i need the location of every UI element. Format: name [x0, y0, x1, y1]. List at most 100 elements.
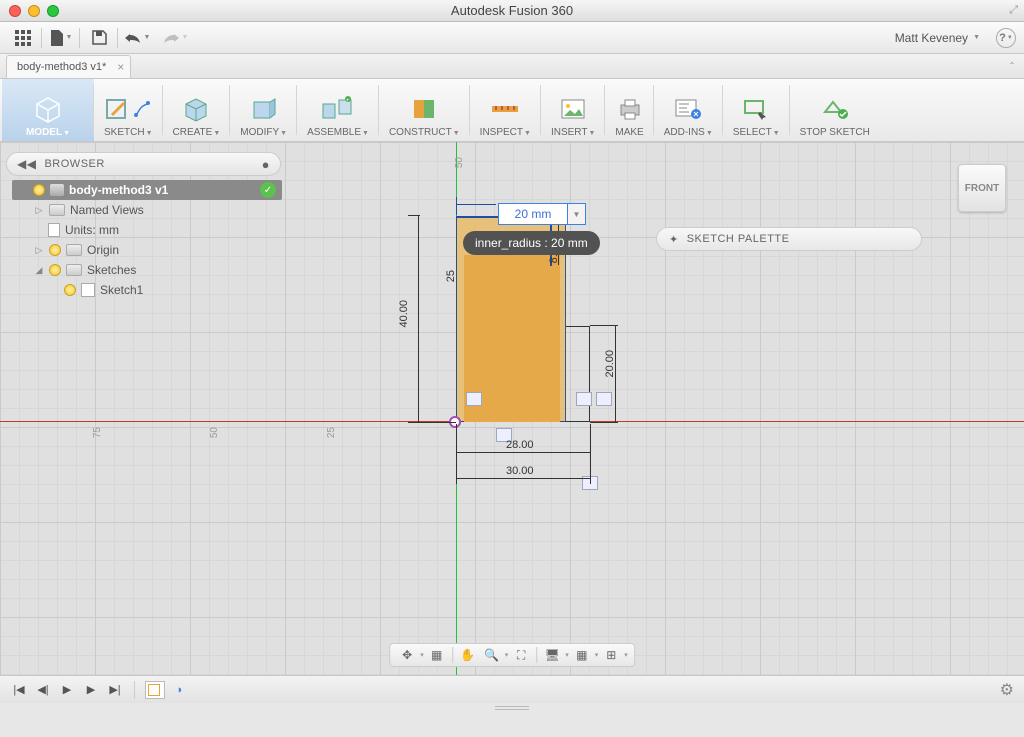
user-menu[interactable]: Matt Keveney ▼: [895, 31, 980, 45]
timeline-start-button[interactable]: |◀: [10, 681, 28, 699]
assemble-icon: +: [321, 96, 355, 122]
view-cube-face: FRONT: [965, 183, 999, 194]
dim-extension: [590, 424, 591, 484]
timeline-settings-icon[interactable]: ⚙: [1000, 680, 1014, 700]
gear-icon[interactable]: ✦: [669, 233, 679, 246]
browser-panel-header[interactable]: ◀◀ BROWSER ●: [6, 152, 281, 176]
lightbulb-icon[interactable]: [49, 244, 61, 256]
collapse-ribbon-icon[interactable]: ˆ: [1010, 60, 1014, 74]
sketch-icon: [81, 283, 95, 297]
help-button[interactable]: ?▼: [996, 28, 1016, 48]
collapse-left-icon[interactable]: ◀◀: [17, 157, 36, 171]
browser-title: BROWSER: [44, 158, 104, 170]
ribbon-addins[interactable]: ADD-INS▼: [654, 79, 723, 141]
tree-item-sketches[interactable]: ◢ Sketches: [12, 260, 282, 280]
timeline-fwd-button[interactable]: ▶: [82, 681, 100, 699]
close-tab-icon[interactable]: ×: [117, 60, 124, 74]
ruler-mark: 50: [454, 157, 465, 168]
lightbulb-icon[interactable]: [64, 284, 76, 296]
sketch-notch[interactable]: [566, 326, 590, 422]
stop-sketch-icon: [821, 98, 849, 120]
save-button[interactable]: [84, 26, 114, 50]
lightbulb-icon[interactable]: [33, 184, 45, 196]
dim-extension: [456, 197, 457, 215]
timeline-marker[interactable]: ◗: [171, 681, 189, 699]
constraint-icon[interactable]: [576, 392, 592, 406]
redo-button[interactable]: ▼: [160, 26, 190, 50]
ribbon-make[interactable]: MAKE: [605, 79, 653, 141]
look-at-button[interactable]: ▦: [426, 645, 448, 665]
workspace-switcher[interactable]: MODEL▼: [2, 79, 94, 141]
dimension-inner-left[interactable]: 25: [445, 270, 457, 282]
ribbon-assemble[interactable]: + ASSEMBLE▼: [297, 79, 379, 141]
display-settings-button[interactable]: 🖥: [541, 645, 563, 665]
timeline-feature-sketch[interactable]: [145, 681, 165, 699]
twist-right-icon[interactable]: ▷: [34, 205, 44, 216]
twist-right-icon[interactable]: ▷: [34, 245, 44, 256]
save-icon: [92, 30, 107, 45]
ribbon-construct[interactable]: CONSTRUCT▼: [379, 79, 470, 141]
dimension-height[interactable]: 40.00: [398, 300, 410, 328]
dimension-bottom-inner[interactable]: 28.00: [506, 439, 534, 451]
chevron-down-icon: ▼: [973, 34, 980, 41]
viewport-layout-button[interactable]: ⊞: [600, 645, 622, 665]
ribbon-inspect[interactable]: INSPECT▼: [470, 79, 541, 141]
dim-extension: [590, 325, 618, 326]
image-icon: [560, 98, 586, 120]
timeline-back-button[interactable]: ◀|: [34, 681, 52, 699]
ribbon-stop-sketch[interactable]: STOP SKETCH: [790, 79, 880, 141]
grid-settings-button[interactable]: ▦: [571, 645, 593, 665]
sketch-palette-header[interactable]: ✦ SKETCH PALETTE: [656, 227, 922, 251]
browser-options-icon[interactable]: ●: [262, 157, 270, 172]
dimension-bottom-outer[interactable]: 30.00: [506, 465, 534, 477]
ruler-mark: 25: [326, 427, 337, 438]
ruler-mark: 50: [209, 427, 220, 438]
lightbulb-icon[interactable]: [49, 264, 61, 276]
view-cube[interactable]: FRONT: [958, 164, 1006, 212]
fullscreen-icon[interactable]: ⤢: [1009, 4, 1018, 17]
dimension-right-height[interactable]: 20.00: [604, 350, 616, 378]
app-title: Autodesk Fusion 360: [0, 3, 1024, 18]
app-menu-button[interactable]: [8, 26, 38, 50]
ribbon-modify[interactable]: MODIFY▼: [230, 79, 297, 141]
timeline-bar: |◀ ◀| ▶ ▶ ▶| ◗ ⚙: [0, 675, 1024, 703]
dimension-input[interactable]: [498, 203, 568, 225]
cube-icon: [31, 93, 65, 125]
ribbon-create[interactable]: CREATE▼: [163, 79, 231, 141]
timeline-end-button[interactable]: ▶|: [106, 681, 124, 699]
constraint-icon[interactable]: [466, 392, 482, 406]
dimension-edit[interactable]: ▼: [498, 203, 586, 225]
orbit-button[interactable]: ✥: [396, 645, 418, 665]
svg-text:+: +: [346, 98, 350, 104]
tree-item-units[interactable]: Units: mm: [12, 220, 282, 240]
document-tab-label: body-method3 v1*: [17, 61, 106, 73]
grid-icon: [15, 30, 31, 46]
browser-tree: ◢ body-method3 v1 ✓ ▷ Named Views Units:…: [12, 180, 282, 300]
twist-down-icon[interactable]: ◢: [34, 265, 44, 276]
ribbon-insert[interactable]: INSERT▼: [541, 79, 605, 141]
constraint-icon[interactable]: [596, 392, 612, 406]
tree-item-origin[interactable]: ▷ Origin: [12, 240, 282, 260]
canvas-area[interactable]: 75 50 25 50 ◀◀ BROWSER ● ◢ body-method3 …: [0, 142, 1024, 675]
dim-line: [456, 452, 590, 453]
undo-icon: [124, 32, 142, 44]
ribbon-sketch[interactable]: SKETCH▼: [94, 79, 163, 141]
dim-extension: [408, 422, 456, 423]
zoom-button[interactable]: 🔍: [481, 645, 503, 665]
tree-item-sketch1[interactable]: Sketch1: [12, 280, 282, 300]
user-name: Matt Keveney: [895, 31, 968, 45]
tree-item-named-views[interactable]: ▷ Named Views: [12, 200, 282, 220]
twist-down-icon[interactable]: ◢: [18, 185, 28, 196]
pan-button[interactable]: ✋: [457, 645, 479, 665]
undo-button[interactable]: ▼: [122, 26, 152, 50]
parameter-tooltip: inner_radius : 20 mm: [463, 231, 600, 255]
press-pull-icon: [250, 96, 278, 122]
timeline-play-button[interactable]: ▶: [58, 681, 76, 699]
tree-root[interactable]: ◢ body-method3 v1 ✓: [12, 180, 282, 200]
resize-grip[interactable]: [0, 703, 1024, 712]
dimension-dropdown[interactable]: ▼: [568, 203, 586, 225]
ribbon-select[interactable]: SELECT▼: [723, 79, 790, 141]
file-menu-button[interactable]: ▼: [46, 26, 76, 50]
fit-button[interactable]: ⛶: [510, 645, 532, 665]
document-tab[interactable]: body-method3 v1* ×: [6, 55, 131, 78]
